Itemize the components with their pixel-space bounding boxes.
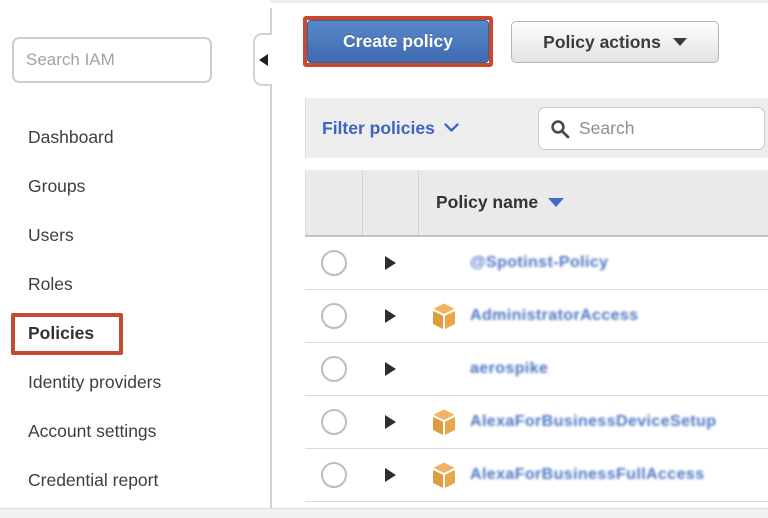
aws-iam-policies-page: Dashboard Groups Users Roles Policies Id… bbox=[0, 0, 768, 518]
create-policy-button[interactable]: Create policy bbox=[307, 20, 489, 63]
header-select-column bbox=[306, 170, 363, 235]
sort-descending-icon[interactable] bbox=[548, 198, 564, 207]
header-policy-name[interactable]: Policy name bbox=[419, 170, 768, 235]
sidebar-item-roles[interactable]: Roles bbox=[0, 260, 270, 309]
aws-managed-policy-cube-icon bbox=[432, 462, 456, 489]
sidebar-collapse-button[interactable] bbox=[253, 33, 272, 86]
expand-row-icon[interactable] bbox=[385, 309, 396, 323]
sidebar-item-dashboard[interactable]: Dashboard bbox=[0, 113, 270, 162]
collapse-left-icon bbox=[259, 54, 268, 66]
row-radio-button[interactable] bbox=[321, 356, 347, 382]
policies-filter-bar: Filter policies bbox=[305, 98, 768, 158]
sidebar-item-credential-report[interactable]: Credential report bbox=[0, 456, 270, 505]
sidebar-nav: Dashboard Groups Users Roles Policies Id… bbox=[0, 113, 270, 505]
sidebar-item-policies[interactable]: Policies bbox=[0, 309, 270, 358]
policies-table-body: @Spotinst-Policy AdministratorAccess bbox=[305, 237, 768, 502]
policy-icon-slot bbox=[432, 409, 470, 436]
expand-row-icon[interactable] bbox=[385, 468, 396, 482]
filter-policies-dropdown[interactable]: Filter policies bbox=[322, 118, 459, 139]
table-row: aerospike bbox=[305, 343, 768, 396]
policy-icon-slot bbox=[432, 303, 470, 330]
row-radio-button[interactable] bbox=[321, 409, 347, 435]
header-expand-column bbox=[363, 170, 419, 235]
table-row: @Spotinst-Policy bbox=[305, 237, 768, 290]
sidebar-item-users[interactable]: Users bbox=[0, 211, 270, 260]
sidebar-divider bbox=[270, 86, 272, 510]
policy-name-link[interactable]: AlexaForBusinessFullAccess bbox=[470, 466, 705, 484]
policy-search-box bbox=[538, 107, 765, 150]
policy-name-link[interactable]: aerospike bbox=[470, 360, 548, 378]
sidebar-item-identity-providers[interactable]: Identity providers bbox=[0, 358, 270, 407]
table-row: AlexaForBusinessDeviceSetup bbox=[305, 396, 768, 449]
policy-name-link[interactable]: AdministratorAccess bbox=[470, 307, 639, 325]
aws-managed-policy-cube-icon bbox=[432, 409, 456, 436]
aws-managed-policy-cube-icon bbox=[432, 303, 456, 330]
policy-search-input[interactable] bbox=[539, 108, 764, 149]
table-row: AlexaForBusinessFullAccess bbox=[305, 449, 768, 502]
expand-row-icon[interactable] bbox=[385, 415, 396, 429]
sidebar-item-groups[interactable]: Groups bbox=[0, 162, 270, 211]
policy-name-link[interactable]: AlexaForBusinessDeviceSetup bbox=[470, 413, 716, 431]
expand-row-icon[interactable] bbox=[385, 256, 396, 270]
table-row: AdministratorAccess bbox=[305, 290, 768, 343]
iam-sidebar: Dashboard Groups Users Roles Policies Id… bbox=[0, 0, 270, 518]
sidebar-item-account-settings[interactable]: Account settings bbox=[0, 407, 270, 456]
row-radio-button[interactable] bbox=[321, 462, 347, 488]
sidebar-divider bbox=[270, 8, 272, 34]
row-radio-button[interactable] bbox=[321, 303, 347, 329]
policy-name-link[interactable]: @Spotinst-Policy bbox=[470, 254, 608, 272]
create-policy-highlight-annotation: Create policy bbox=[303, 16, 493, 67]
chevron-down-icon bbox=[444, 123, 459, 133]
policies-table-header: Policy name bbox=[305, 170, 768, 237]
iam-search-input[interactable] bbox=[12, 37, 212, 83]
row-radio-button[interactable] bbox=[321, 250, 347, 276]
window-bottom-edge bbox=[0, 508, 768, 518]
expand-row-icon[interactable] bbox=[385, 362, 396, 376]
chevron-down-icon bbox=[673, 38, 687, 46]
policy-icon-slot bbox=[432, 462, 470, 489]
policy-actions-button[interactable]: Policy actions bbox=[511, 21, 719, 63]
